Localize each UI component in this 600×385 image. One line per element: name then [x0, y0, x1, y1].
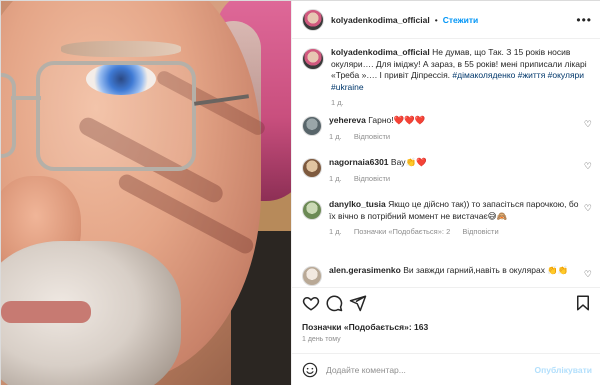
caption-username[interactable]: kolyadenkodima_official	[331, 47, 430, 57]
reply-button[interactable]: Відповісти	[354, 132, 390, 141]
comment-composer: Опублікувати	[292, 353, 600, 385]
comment-icon[interactable]	[325, 294, 343, 312]
comment-username[interactable]: alen.gerasimenko	[329, 265, 401, 275]
heart-icon[interactable]: ♡	[584, 119, 592, 130]
comment-text: Ви завжди гарний,навіть в окулярах 👏👏	[403, 265, 569, 275]
comment-item: yehereva Гарно!❤️❤️❤️ 1 д. Відповісти ♡	[302, 115, 594, 142]
avatar[interactable]	[302, 8, 324, 31]
reply-button[interactable]: Відповісти	[354, 174, 390, 183]
reply-button[interactable]: Відповісти	[462, 227, 498, 236]
comment-username[interactable]: nagornaia6301	[329, 157, 389, 167]
avatar[interactable]	[302, 158, 322, 178]
eyebrow	[61, 41, 181, 57]
comments-scroll[interactable]: kolyadenkodima_official Не думав, що Так…	[292, 39, 600, 287]
emoji-icon[interactable]	[302, 362, 318, 378]
heart-icon[interactable]: ♡	[584, 161, 592, 172]
post-photo[interactable]	[1, 1, 291, 385]
separator-dot: •	[434, 14, 438, 25]
glasses-lens-left	[1, 73, 16, 158]
publish-button[interactable]: Опублікувати	[535, 365, 592, 375]
post-caption: kolyadenkodima_official Не думав, що Так…	[302, 47, 594, 109]
avatar[interactable]	[302, 200, 322, 220]
comment-age: 1 д.	[329, 131, 342, 141]
likes-count[interactable]: Позначки «Подобається»: 163	[302, 322, 428, 332]
post-time: 1 день тому	[302, 336, 341, 343]
post-header: kolyadenkodima_official • Стежити •••	[292, 1, 600, 39]
avatar[interactable]	[302, 266, 322, 286]
share-icon[interactable]	[349, 294, 367, 312]
comment-item: nagornaia6301 Вау👏❤️ 1 д. Відповісти ♡	[302, 157, 594, 184]
heart-icon[interactable]: ♡	[584, 269, 592, 280]
username-link[interactable]: kolyadenkodima_official	[331, 15, 430, 25]
avatar[interactable]	[302, 48, 324, 70]
heart-icon[interactable]	[302, 294, 320, 312]
comment-likes-count[interactable]: Позначки «Подобається»: 2	[354, 227, 450, 236]
heart-icon[interactable]: ♡	[584, 203, 592, 214]
glasses-bridge	[11, 96, 41, 100]
caption-age: 1 д.	[331, 98, 344, 107]
comment-age: 1 д.	[329, 173, 342, 183]
more-horizontal-icon[interactable]: •••	[576, 13, 592, 27]
mouth	[1, 301, 91, 323]
comment-text: Гарно!❤️❤️❤️	[368, 115, 426, 125]
comment-text: Вау👏❤️	[390, 157, 427, 167]
comment-age: 1 д.	[329, 227, 342, 236]
avatar[interactable]	[302, 116, 322, 136]
comment-username[interactable]: danylko_tusia	[329, 199, 386, 209]
comment-item: alen.gerasimenko Ви завжди гарний,навіть…	[302, 265, 594, 286]
glasses-lens	[36, 61, 196, 171]
post-viewer: kolyadenkodima_official • Стежити ••• ko…	[0, 0, 600, 385]
comment-input[interactable]	[326, 365, 535, 375]
comment-username[interactable]: yehereva	[329, 115, 366, 125]
post-side-panel: kolyadenkodima_official • Стежити ••• ko…	[291, 1, 600, 385]
action-bar	[292, 287, 600, 317]
follow-button[interactable]: Стежити	[443, 15, 479, 25]
bookmark-icon[interactable]	[574, 294, 592, 312]
comment-item: danylko_tusia Якщо це дійсно так)) то за…	[302, 199, 594, 238]
